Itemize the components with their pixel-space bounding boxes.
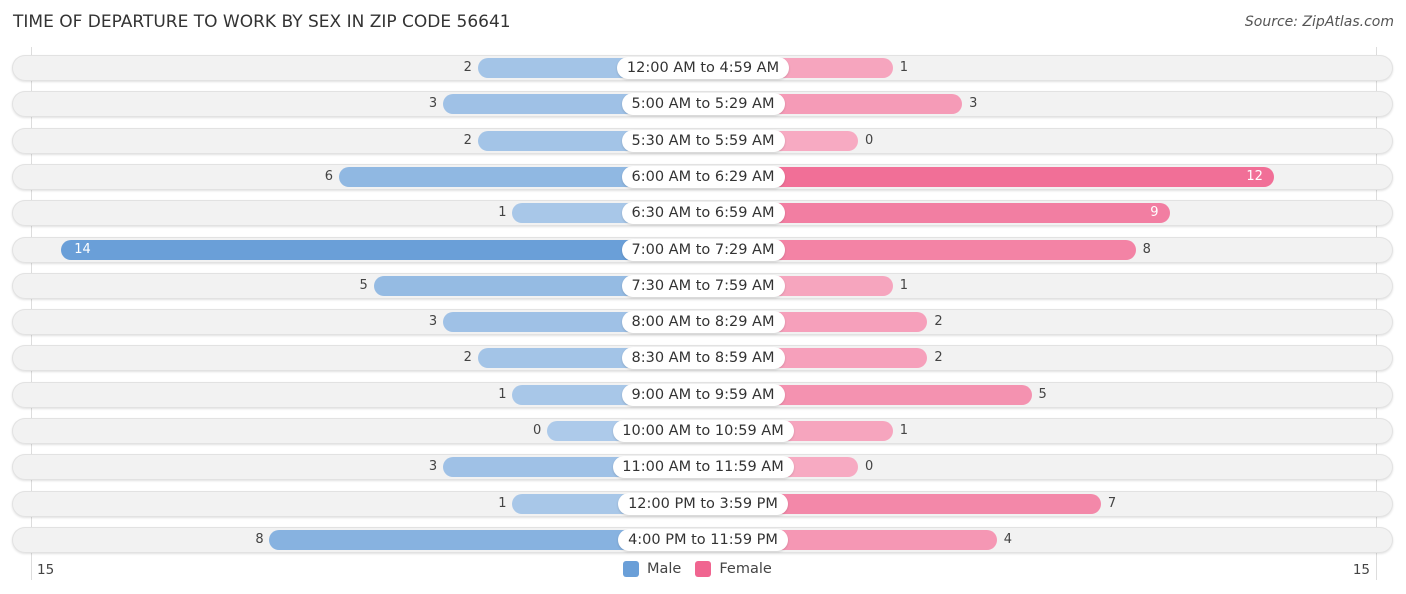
value-label-female: 5 (1038, 386, 1047, 402)
category-label: 8:30 AM to 8:59 AM (621, 347, 785, 370)
category-label: 10:00 AM to 10:59 AM (612, 420, 794, 442)
value-label-female: 1 (899, 60, 908, 75)
value-label-male: 5 (359, 277, 368, 293)
value-label-male: 2 (463, 132, 472, 148)
axis-left-label: 15 (37, 562, 55, 578)
value-label-male: 3 (428, 314, 438, 330)
value-label-male: 3 (428, 96, 438, 112)
category-label: 6:30 AM to 6:59 AM (621, 202, 785, 225)
value-label-male: 6 (324, 168, 334, 184)
value-label-female: 12 (1246, 168, 1263, 184)
category-label: 7:00 AM to 7:29 AM (621, 238, 785, 261)
legend-label-male: Male (647, 561, 682, 577)
axis-right-label: 15 (1352, 562, 1370, 578)
category-label: 5:30 AM to 5:59 AM (621, 129, 785, 152)
value-label-female: 3 (969, 96, 978, 112)
value-label-female: 9 (1150, 205, 1159, 221)
value-label-male: 1 (498, 495, 507, 511)
category-label: 12:00 AM to 4:59 AM (617, 57, 789, 79)
category-label: 8:00 AM to 8:29 AM (621, 311, 785, 334)
bar-female (703, 166, 1275, 187)
value-label-male: 2 (463, 350, 472, 366)
legend-swatch-male (623, 561, 639, 577)
value-label-female: 1 (899, 423, 908, 438)
legend-swatch-female (695, 561, 712, 577)
value-label-female: 2 (934, 350, 943, 366)
category-label: 6:00 AM to 6:29 AM (621, 165, 785, 188)
value-label-female: 0 (865, 132, 874, 148)
value-label-female: 8 (1142, 241, 1151, 257)
value-label-female: 0 (865, 459, 874, 475)
legend: Male Female (623, 561, 772, 577)
value-label-male: 14 (74, 241, 91, 257)
value-label-female: 7 (1107, 495, 1117, 511)
chart-title: TIME OF DEPARTURE TO WORK BY SEX IN ZIP … (13, 12, 511, 32)
category-label: 11:00 AM to 11:59 AM (612, 456, 794, 479)
category-label: 5:00 AM to 5:29 AM (621, 93, 785, 116)
value-label-male: 2 (463, 60, 472, 75)
category-label: 4:00 PM to 11:59 PM (618, 528, 788, 551)
value-label-male: 3 (428, 459, 438, 475)
value-label-female: 2 (934, 314, 943, 330)
value-label-male: 1 (498, 386, 507, 402)
legend-label-female: Female (719, 561, 772, 577)
value-label-male: 1 (498, 205, 507, 221)
category-label: 9:00 AM to 9:59 AM (621, 383, 785, 406)
bar-male (61, 239, 703, 260)
value-label-female: 4 (1003, 531, 1013, 547)
category-label: 7:30 AM to 7:59 AM (621, 274, 785, 297)
chart-source: Source: ZipAtlas.com (1244, 14, 1394, 30)
value-label-male: 0 (533, 423, 542, 438)
value-label-female: 1 (899, 277, 908, 293)
category-label: 12:00 PM to 3:59 PM (618, 492, 788, 515)
value-label-male: 8 (255, 531, 264, 547)
